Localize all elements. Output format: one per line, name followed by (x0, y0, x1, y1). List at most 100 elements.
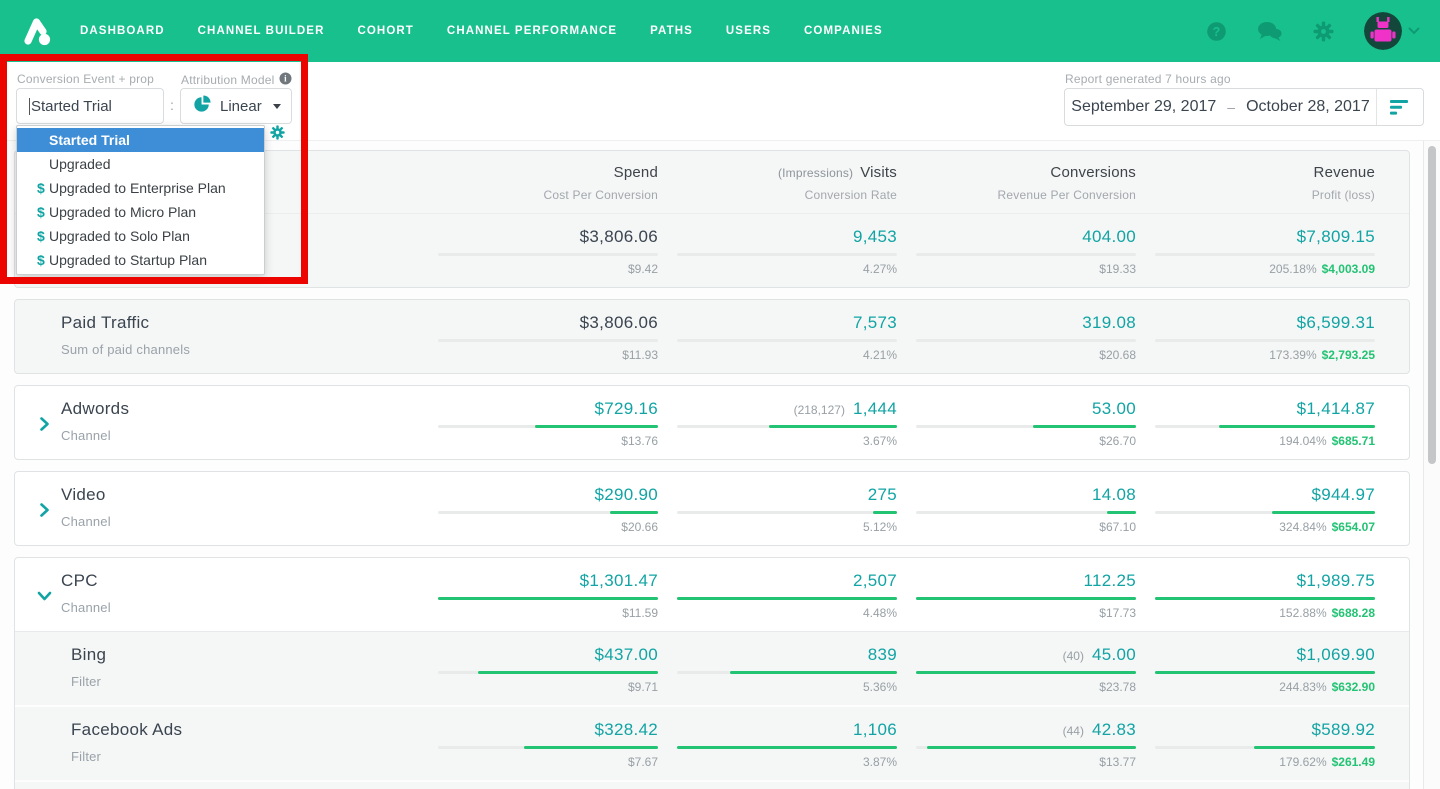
row-subtitle: Channel (61, 428, 111, 443)
cell-spend: $437.00 $9.71 (419, 645, 658, 694)
col-header-spend[interactable]: Spend Cost Per Conversion (419, 164, 658, 202)
conversions-subvalue: $20.68 (1099, 348, 1136, 362)
spend-value[interactable]: $328.42 (594, 720, 658, 739)
row-title[interactable]: Facebook Ads (71, 720, 419, 740)
value-bar-track (438, 253, 658, 256)
date-range-picker[interactable]: September 29, 2017 – October 28, 2017 (1064, 88, 1424, 126)
value-bar-fill (677, 746, 897, 749)
value-bar-track (1155, 597, 1375, 600)
visits-value[interactable]: 275 (868, 485, 897, 504)
cell-conversions: 319.08 $20.68 (897, 313, 1136, 362)
conversions-subvalue: $23.78 (1099, 680, 1136, 694)
dropdown-item-label: Upgraded to Micro Plan (49, 204, 197, 220)
avatar[interactable] (1364, 12, 1402, 50)
nav-item-cohort[interactable]: COHORT (357, 25, 413, 37)
revenue-value[interactable]: $1,989.75 (1297, 571, 1375, 590)
dropdown-item-upgraded-to-startup-plan[interactable]: $ Upgraded to Startup Plan (17, 248, 264, 272)
help-icon[interactable]: ? (1206, 21, 1227, 42)
nav-item-companies[interactable]: COMPANIES (804, 25, 883, 37)
visits-value[interactable]: 2,507 (853, 571, 897, 590)
text-caret (29, 97, 30, 115)
conversion-event-input[interactable]: Started Trial (16, 88, 164, 124)
nav-item-channel-performance[interactable]: CHANNEL PERFORMANCE (447, 25, 617, 37)
visits-subvalue: 4.27% (862, 262, 897, 276)
value-bar-fill (477, 671, 658, 674)
visits-value[interactable]: 839 (868, 645, 897, 664)
spend-subvalue: $20.66 (621, 520, 658, 534)
revenue-subvalue: 244.83% $632.90 (1279, 680, 1375, 694)
chevron-down-icon[interactable] (1408, 22, 1420, 40)
spend-value[interactable]: $1,301.47 (580, 571, 658, 590)
row-title[interactable]: Adwords (61, 399, 419, 419)
value-bar-fill (1218, 425, 1375, 428)
revenue-value[interactable]: $1,414.87 (1297, 399, 1375, 418)
revenue-value[interactable]: $7,809.15 (1297, 227, 1375, 246)
visits-value[interactable]: 9,453 (853, 227, 897, 246)
nav-item-paths[interactable]: PATHS (650, 25, 693, 37)
spend-value[interactable]: $290.90 (594, 485, 658, 504)
conversions-value[interactable]: 42.83 (1092, 720, 1136, 739)
child-rows: Bing Filter $437.00 $9.71 839 5.36% (40) 45.00 $… (15, 631, 1409, 789)
cell-conversions: (40) 45.00 $23.78 (897, 645, 1136, 694)
conversions-value[interactable]: 319.08 (1082, 313, 1136, 332)
value-bar-fill (534, 425, 658, 428)
nav-item-dashboard[interactable]: DASHBOARD (80, 25, 165, 37)
value-bar-track (438, 425, 658, 428)
row-title[interactable]: Bing (71, 645, 419, 665)
cell-revenue: $1,414.87 194.04% $685.71 (1136, 399, 1375, 448)
profit-value: $4,003.09 (1321, 262, 1375, 276)
revenue-value[interactable]: $6,599.31 (1297, 313, 1375, 332)
svg-text:i: i (285, 74, 288, 84)
value-prefix: (44) (1062, 724, 1084, 738)
nav-item-channel-builder[interactable]: CHANNEL BUILDER (198, 25, 325, 37)
visits-value[interactable]: 1,444 (853, 399, 897, 418)
col-header-visits[interactable]: (Impressions) Visits Conversion Rate (658, 164, 897, 202)
revenue-value[interactable]: $944.97 (1311, 485, 1375, 504)
chevron-right-icon[interactable] (39, 415, 50, 438)
info-icon[interactable]: i (279, 72, 292, 88)
conversions-value[interactable]: 53.00 (1092, 399, 1136, 418)
scrollbar[interactable] (1423, 141, 1440, 789)
revenue-subvalue: 324.84% $654.07 (1279, 520, 1375, 534)
dropdown-item-upgraded-to-enterprise-plan[interactable]: $ Upgraded to Enterprise Plan (17, 176, 264, 200)
app-logo-icon[interactable] (20, 14, 54, 48)
profit-value: $688.28 (1331, 606, 1375, 620)
spend-value[interactable]: $729.16 (594, 399, 658, 418)
visits-subvalue: 4.48% (862, 606, 897, 620)
dropdown-item-started-trial[interactable]: Started Trial (17, 128, 264, 152)
visits-value[interactable]: 1,106 (853, 720, 897, 739)
revenue-value[interactable]: $589.92 (1311, 720, 1375, 739)
value-bar-track (677, 425, 897, 428)
dropdown-item-upgraded-to-solo-plan[interactable]: $ Upgraded to Solo Plan (17, 224, 264, 248)
conversions-subvalue: $13.77 (1099, 755, 1136, 769)
visits-value[interactable]: 7,573 (853, 313, 897, 332)
cell-conversions: 112.25 $17.73 (897, 571, 1136, 620)
revenue-subvalue: 152.88% $688.28 (1279, 606, 1375, 620)
filter-sort-icon[interactable] (1376, 89, 1423, 125)
table-row-paid-traffic: Paid Traffic Sum of paid channels $3,806.0… (15, 300, 1409, 373)
dollar-icon: $ (37, 204, 45, 220)
cell-spend: $3,806.06 $11.93 (419, 313, 658, 362)
gear-icon[interactable] (1313, 21, 1334, 42)
row-title[interactable]: CPC (61, 571, 419, 591)
dropdown-item-upgraded[interactable]: Upgraded (17, 152, 264, 176)
chevron-down-icon[interactable] (37, 587, 52, 610)
chat-icon[interactable] (1257, 21, 1283, 42)
cell-visits: 9,453 4.27% (658, 227, 897, 276)
row-subtitle: Filter (71, 674, 102, 689)
conversions-value[interactable]: 45.00 (1092, 645, 1136, 664)
conversions-value[interactable]: 112.25 (1083, 571, 1136, 590)
dropdown-item-upgraded-to-micro-plan[interactable]: $ Upgraded to Micro Plan (17, 200, 264, 224)
col-header-conversions[interactable]: Conversions Revenue Per Conversion (897, 164, 1136, 202)
nav-item-users[interactable]: USERS (726, 25, 771, 37)
col-header-revenue[interactable]: Revenue Profit (loss) (1136, 164, 1375, 202)
revenue-value[interactable]: $1,069.90 (1297, 645, 1375, 664)
chevron-right-icon[interactable] (39, 501, 50, 524)
spend-value[interactable]: $437.00 (594, 645, 658, 664)
attribution-model-select[interactable]: Linear (180, 88, 292, 124)
visits-subvalue: 5.36% (862, 680, 897, 694)
conversions-value[interactable]: 14.08 (1092, 485, 1136, 504)
scrollbar-thumb[interactable] (1427, 146, 1436, 464)
conversions-value[interactable]: 404.00 (1082, 227, 1136, 246)
row-title[interactable]: Video (61, 485, 419, 505)
